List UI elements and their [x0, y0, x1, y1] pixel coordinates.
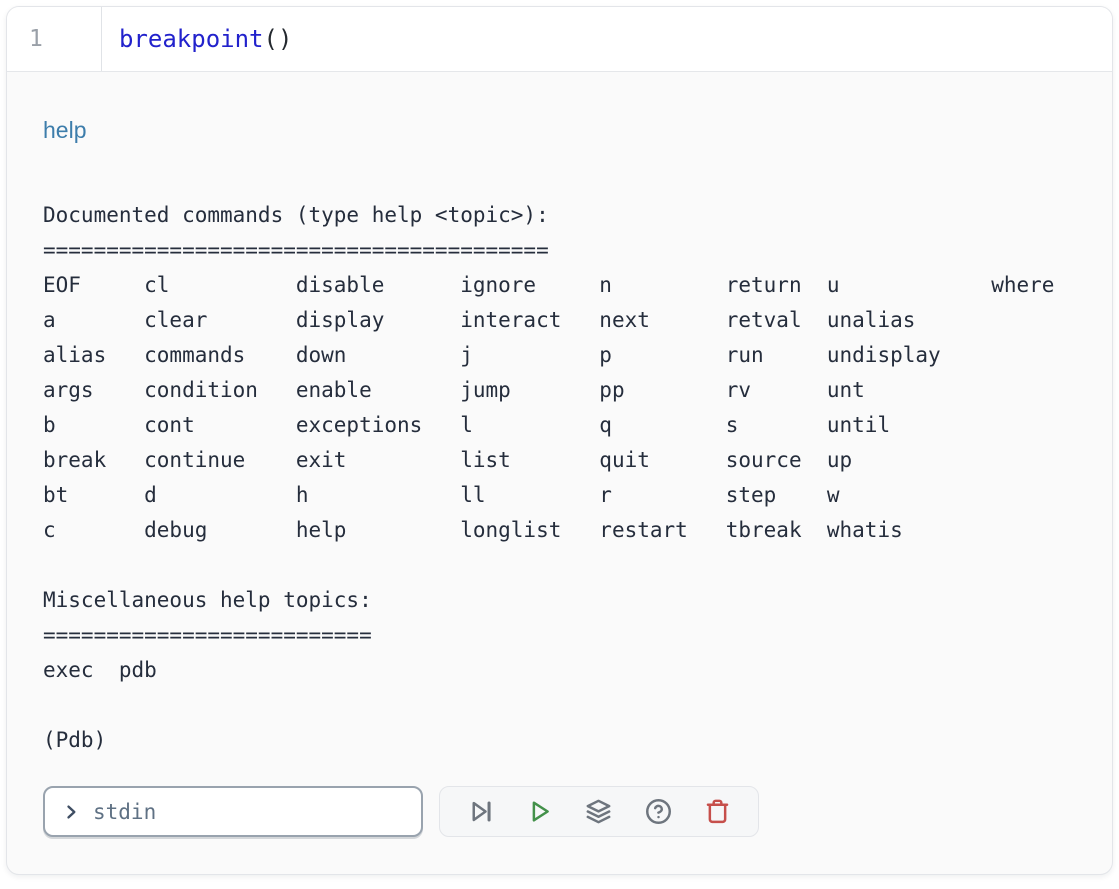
console-controls [43, 786, 1076, 837]
run-button[interactable] [521, 793, 559, 831]
layers-icon [585, 798, 612, 825]
help-circle-icon [645, 798, 672, 825]
debug-toolbar [439, 786, 759, 837]
code-line[interactable]: breakpoint() [102, 7, 1112, 71]
stdin-input[interactable] [91, 799, 407, 825]
line-number-gutter: 1 [7, 7, 102, 71]
help-button[interactable] [639, 793, 677, 831]
code-token-builtin: breakpoint [119, 25, 264, 53]
step-next-button[interactable] [461, 793, 499, 831]
console-output: help Documented commands (type help <top… [7, 72, 1112, 874]
trash-icon [704, 798, 731, 825]
python-repl-panel: 1 breakpoint() help Documented commands … [6, 6, 1113, 875]
prompt-chevron-icon [61, 802, 81, 822]
stack-button[interactable] [580, 793, 618, 831]
console-text: Documented commands (type help <topic>):… [43, 198, 1076, 758]
clear-button[interactable] [699, 793, 737, 831]
echoed-command: help [43, 116, 1076, 144]
code-editor[interactable]: 1 breakpoint() [7, 7, 1112, 72]
skip-forward-icon [467, 798, 494, 825]
stdin-input-box[interactable] [43, 786, 423, 837]
line-number: 1 [29, 26, 43, 52]
code-token-punctuation: () [264, 25, 293, 53]
play-icon [526, 798, 553, 825]
